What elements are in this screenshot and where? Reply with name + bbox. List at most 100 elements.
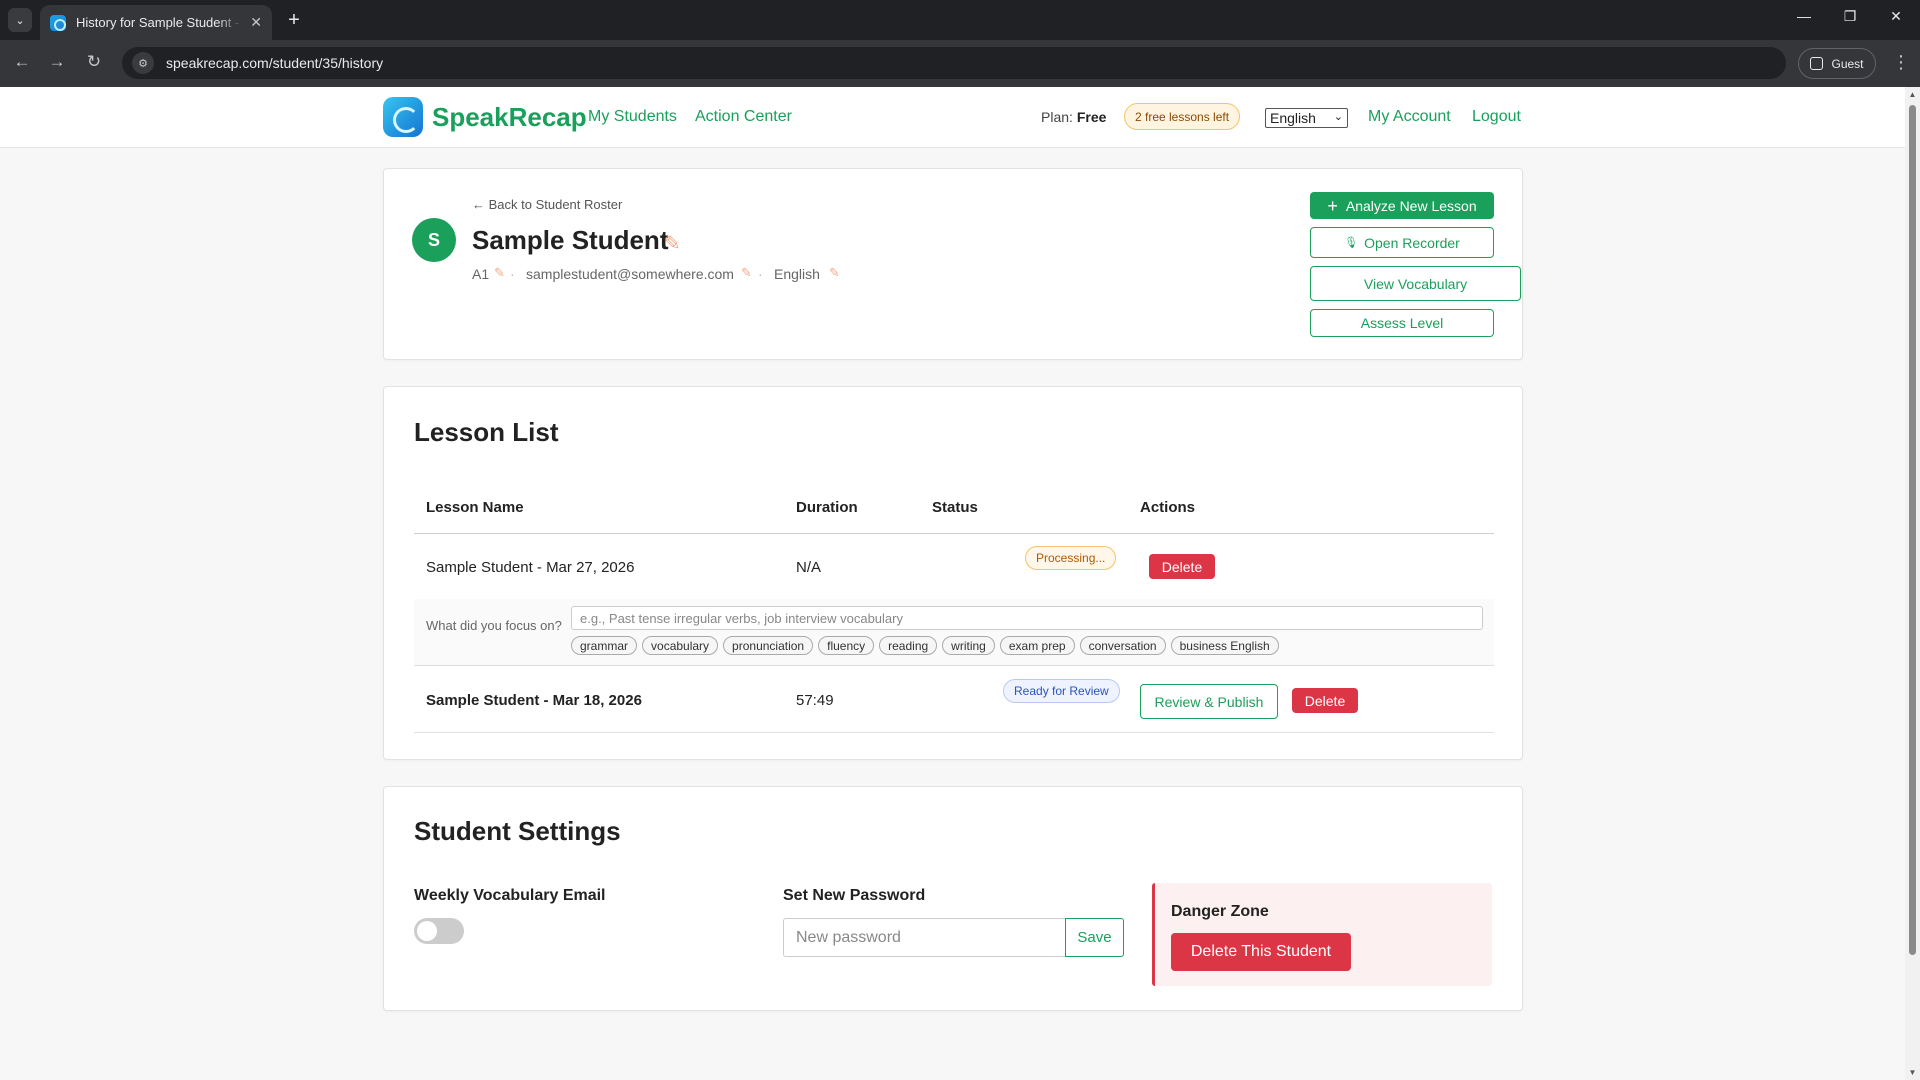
student-name: Sample Student [472, 225, 669, 255]
nav-my-students[interactable]: My Students [588, 108, 677, 126]
lesson-name-cell: Sample Student - Mar 27, 2026 [426, 559, 635, 576]
meta-separator: · [510, 266, 515, 282]
focus-chip-row: grammar vocabulary pronunciation fluency… [571, 636, 1279, 655]
favicon-icon [50, 14, 66, 31]
open-recorder-button[interactable]: 🎙 Open Recorder [1310, 227, 1494, 258]
back-arrow-icon[interactable]: ← [10, 52, 34, 72]
brand-name[interactable]: SpeakRecap [432, 102, 587, 133]
danger-zone-title: Danger Zone [1171, 903, 1269, 920]
weekly-email-toggle[interactable] [414, 918, 464, 944]
lesson-list-title: Lesson List [414, 417, 559, 447]
focus-chip-conversation[interactable]: conversation [1079, 636, 1166, 655]
view-vocabulary-button[interactable]: View Vocabulary [1310, 266, 1521, 301]
scrollbar-thumb[interactable] [1909, 105, 1916, 955]
chevron-down-icon: ⌄ [1333, 111, 1343, 123]
delete-lesson-button[interactable]: Delete [1149, 554, 1215, 579]
language-select-value: English [1270, 110, 1316, 126]
col-lesson-name: Lesson Name [426, 499, 524, 516]
student-settings-title: Student Settings [414, 816, 621, 846]
profile-label: Guest [1831, 56, 1864, 71]
student-level: A1 [472, 266, 490, 282]
edit-language-pencil-icon[interactable]: ✎ [829, 265, 840, 281]
student-email: samplestudent@somewhere.com [526, 266, 734, 282]
focus-label: What did you focus on? [426, 618, 562, 633]
focus-chip-grammar[interactable]: grammar [571, 636, 638, 655]
my-account-link[interactable]: My Account [1368, 108, 1451, 126]
profile-button[interactable]: Guest [1798, 48, 1876, 79]
student-avatar: S [412, 218, 456, 262]
language-select[interactable]: English ⌄ [1265, 108, 1348, 128]
focus-chip-business-english[interactable]: business English [1170, 636, 1279, 655]
lesson-focus-row: What did you focus on? e.g., Past tense … [414, 599, 1494, 665]
page-scrollbar[interactable]: ▲ ▼ [1905, 87, 1920, 1080]
col-duration: Duration [796, 499, 858, 516]
tab-title: History for Sample Student - SpeakRecap [76, 15, 242, 30]
browser-tab-bar: ⌄ History for Sample Student - SpeakReca… [0, 0, 1920, 40]
site-info-icon[interactable]: ⚙ [132, 52, 154, 74]
lesson-name-cell: Sample Student - Mar 18, 2026 [426, 692, 642, 709]
logout-link[interactable]: Logout [1472, 108, 1521, 126]
col-status: Status [932, 499, 978, 516]
scroll-up-arrow-icon[interactable]: ▲ [1905, 87, 1920, 102]
status-badge-processing: Processing... [1025, 546, 1117, 570]
student-language: English [774, 266, 820, 282]
minimize-icon[interactable]: — [1792, 8, 1816, 24]
focus-input[interactable]: e.g., Past tense irregular verbs, job in… [571, 606, 1483, 630]
url-text: speakrecap.com/student/35/history [166, 55, 384, 71]
save-password-button[interactable]: Save [1065, 918, 1124, 957]
window-close-icon[interactable]: ✕ [1884, 8, 1908, 25]
microphone-icon: 🎙 [1344, 237, 1359, 249]
row-divider [414, 732, 1494, 733]
analyze-new-lesson-button[interactable]: + Analyze New Lesson [1310, 192, 1494, 219]
lesson-duration-cell: N/A [796, 559, 822, 576]
tab-search-chevron-icon[interactable]: ⌄ [8, 8, 32, 32]
scroll-down-arrow-icon[interactable]: ▼ [1905, 1065, 1920, 1080]
analyze-label: Analyze New Lesson [1345, 197, 1477, 214]
review-publish-button[interactable]: Review & Publish [1140, 684, 1278, 719]
lesson-duration-cell: 57:49 [796, 692, 834, 709]
speakrecap-logo-icon[interactable] [383, 97, 423, 137]
new-tab-plus-icon[interactable]: + [282, 8, 306, 32]
student-profile-card: ← Back to Student Roster S Sample Studen… [383, 168, 1523, 360]
lesson-list-card: Lesson List Lesson Name Duration Status … [383, 386, 1523, 760]
meta-separator: · [758, 266, 763, 282]
address-bar[interactable]: ⚙ speakrecap.com/student/35/history [122, 47, 1786, 79]
assess-level-button[interactable]: Assess Level [1310, 309, 1494, 337]
table-header-divider [414, 533, 1494, 534]
focus-chip-pronunciation[interactable]: pronunciation [723, 636, 814, 655]
row-divider [414, 665, 1494, 666]
browser-menu-icon[interactable]: ⋮ [1892, 52, 1910, 73]
student-settings-card: Student Settings Weekly Vocabulary Email… [383, 786, 1523, 1011]
danger-zone: Danger Zone Delete This Student [1152, 883, 1492, 986]
edit-name-pencil-icon[interactable]: ✎ [664, 231, 681, 256]
restore-icon[interactable]: ❐ [1838, 8, 1862, 25]
profile-icon [1810, 57, 1824, 70]
back-to-roster-link[interactable]: ← Back to Student Roster [472, 197, 622, 212]
plan-indicator: Plan: Free [1041, 109, 1106, 125]
free-lessons-badge: 2 free lessons left [1124, 103, 1241, 130]
focus-chip-fluency[interactable]: fluency [818, 636, 875, 655]
delete-lesson-button[interactable]: Delete [1292, 688, 1358, 713]
col-actions: Actions [1140, 499, 1196, 516]
tab-close-icon[interactable]: ✕ [250, 14, 262, 31]
browser-toolbar: ← → ↻ ⚙ speakrecap.com/student/35/histor… [0, 40, 1920, 87]
delete-student-button[interactable]: Delete This Student [1171, 933, 1351, 971]
focus-chip-writing[interactable]: writing [942, 636, 995, 655]
nav-action-center[interactable]: Action Center [695, 108, 792, 126]
plan-value: Free [1076, 109, 1107, 125]
edit-level-pencil-icon[interactable]: ✎ [494, 265, 505, 281]
site-header: SpeakRecap My Students Action Center Pla… [0, 87, 1905, 148]
edit-email-pencil-icon[interactable]: ✎ [741, 265, 752, 281]
plus-icon: + [1327, 195, 1338, 216]
page-viewport: SpeakRecap My Students Action Center Pla… [0, 87, 1920, 1080]
reload-icon[interactable]: ↻ [82, 52, 106, 72]
toggle-knob [417, 921, 437, 941]
new-password-input[interactable]: New password [783, 918, 1065, 957]
browser-tab[interactable]: History for Sample Student - SpeakRecap … [40, 5, 272, 40]
forward-arrow-icon[interactable]: → [45, 52, 69, 72]
focus-chip-exam-prep[interactable]: exam prep [999, 636, 1075, 655]
focus-chip-vocabulary[interactable]: vocabulary [642, 636, 719, 655]
set-password-label: Set New Password [783, 887, 926, 904]
focus-chip-reading[interactable]: reading [879, 636, 938, 655]
plan-label: Plan: [1041, 109, 1073, 125]
